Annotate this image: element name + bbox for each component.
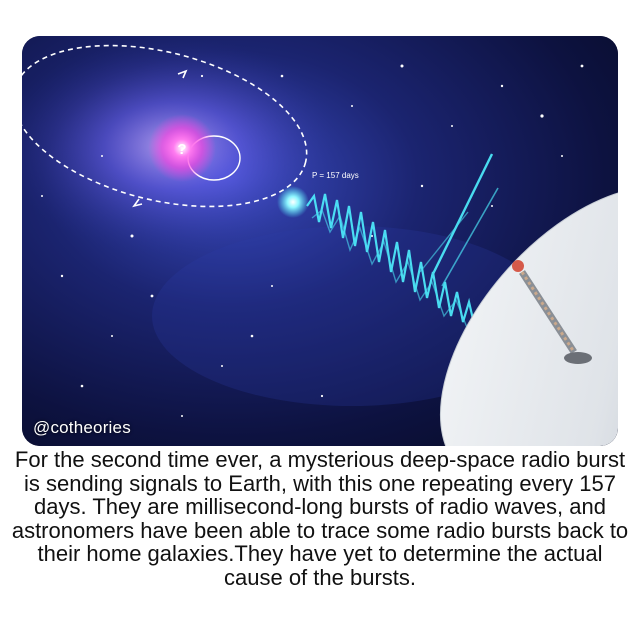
mystery-mark: ? xyxy=(177,141,186,158)
period-label: P = 157 days xyxy=(312,171,359,180)
space-illustration: ? P = 157 days @cotheories xyxy=(22,36,618,446)
dish-hub xyxy=(564,352,592,364)
space-scene: ? P = 157 days xyxy=(22,36,618,446)
feed-horn xyxy=(512,260,524,272)
watermark-handle: @cotheories xyxy=(33,418,131,437)
burst-source xyxy=(277,186,309,218)
caption-text: For the second time ever, a mysterious d… xyxy=(11,447,629,590)
